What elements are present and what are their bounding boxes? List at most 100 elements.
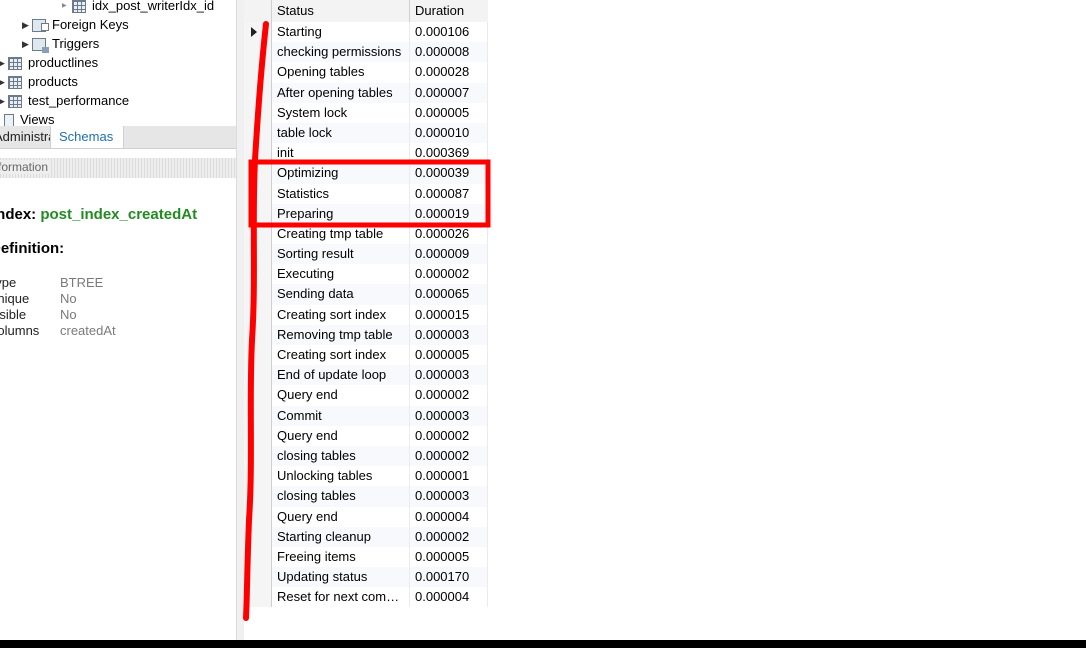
cell-status[interactable]: Sending data [272,284,410,305]
table-row[interactable]: init 0.000369 [244,143,488,164]
cell-duration[interactable]: 0.000003 [410,486,488,507]
cell-duration[interactable]: 0.000005 [410,546,488,568]
cell-status[interactable]: table lock [272,122,410,144]
cell-duration[interactable]: 0.000004 [410,587,488,608]
table-row[interactable]: Sending data 0.000065 [244,284,488,305]
cell-status[interactable]: Reset for next command [272,587,410,608]
cell-status[interactable]: Opening tables [272,62,410,83]
row-selector[interactable] [244,223,272,245]
row-selector[interactable] [244,526,272,547]
table-row[interactable]: Query end 0.000002 [244,385,488,406]
row-selector[interactable] [244,365,272,386]
cell-status[interactable]: Creating tmp table [272,223,410,245]
expand-arrow-icon[interactable]: ▶ [0,73,8,92]
table-row[interactable]: checking permissions 0.000008 [244,42,488,63]
cell-status[interactable]: Starting cleanup [272,526,410,547]
cell-duration[interactable]: 0.000005 [410,102,488,123]
tree-item[interactable]: ▶ idx_post_writerIdx_id [62,0,214,15]
cell-duration[interactable]: 0.000008 [410,42,488,63]
cell-status[interactable]: Creating sort index [272,304,410,325]
table-row[interactable]: Opening tables 0.000028 [244,62,488,83]
table-row[interactable]: Statistics 0.000087 [244,183,488,204]
row-selector[interactable] [244,445,272,467]
row-selector[interactable] [244,102,272,123]
row-selector[interactable] [244,244,272,265]
cell-status[interactable]: Preparing [272,203,410,224]
row-selector[interactable] [244,506,272,527]
cell-duration[interactable]: 0.000019 [410,203,488,224]
table-row[interactable]: End of update loop 0.000003 [244,365,488,386]
table-row[interactable]: After opening tables 0.000007 [244,82,488,103]
cell-duration[interactable]: 0.000369 [410,143,488,164]
table-row[interactable]: Reset for next command 0.000004 [244,587,488,608]
tree-item[interactable]: ▶ test_performance [0,91,129,110]
cell-status[interactable]: Statistics [272,183,410,204]
cell-status[interactable]: Query end [272,425,410,446]
cell-duration[interactable]: 0.000009 [410,244,488,265]
table-row[interactable]: Updating status 0.000170 [244,567,488,588]
cell-duration[interactable]: 0.000007 [410,82,488,103]
cell-status[interactable]: Freeing items [272,546,410,568]
column-header-duration[interactable]: Duration [410,0,488,22]
cell-status[interactable]: After opening tables [272,82,410,103]
cell-status[interactable]: Starting [272,22,410,43]
cell-status[interactable]: checking permissions [272,42,410,63]
cell-duration[interactable]: 0.000039 [410,163,488,184]
table-row[interactable]: Sorting result 0.000009 [244,244,488,265]
table-row[interactable]: closing tables 0.000003 [244,486,488,507]
cell-duration[interactable]: 0.000002 [410,385,488,406]
expand-arrow-icon[interactable]: ▶ [0,92,8,111]
cell-status[interactable]: Creating sort index [272,345,410,366]
cell-duration[interactable]: 0.000004 [410,506,488,527]
cell-duration[interactable]: 0.000087 [410,183,488,204]
row-selector[interactable] [244,42,272,63]
row-selector[interactable] [244,567,272,588]
table-row[interactable]: Executing 0.000002 [244,264,488,285]
cell-status[interactable]: Executing [272,264,410,285]
table-row[interactable]: Starting 0.000106 [244,22,488,43]
table-row[interactable]: Removing tmp table 0.000003 [244,324,488,345]
cell-duration[interactable]: 0.000001 [410,466,488,487]
cell-duration[interactable]: 0.000002 [410,526,488,547]
cell-status[interactable]: Optimizing [272,163,410,184]
table-row[interactable]: Creating sort index 0.000005 [244,345,488,366]
tree-item[interactable]: ▶ Triggers [22,34,99,54]
row-selector[interactable] [244,425,272,446]
cell-status[interactable]: Sorting result [272,244,410,265]
cell-duration[interactable]: 0.000065 [410,284,488,305]
expand-arrow-icon[interactable]: ▶ [62,0,72,16]
row-selector[interactable] [244,183,272,204]
cell-duration[interactable]: 0.000002 [410,445,488,467]
cell-status[interactable]: Unlocking tables [272,466,410,487]
cell-status[interactable]: Removing tmp table [272,324,410,345]
expand-arrow-icon[interactable]: ▶ [22,35,32,54]
cell-status[interactable]: Updating status [272,567,410,588]
cell-duration[interactable]: 0.000002 [410,264,488,285]
row-selector[interactable] [244,324,272,345]
cell-status[interactable]: End of update loop [272,365,410,386]
table-row[interactable]: Query end 0.000002 [244,425,488,446]
row-selector[interactable] [244,264,272,285]
tree-item[interactable]: ▶ Foreign Keys [22,15,129,34]
cell-status[interactable]: Query end [272,385,410,406]
table-row[interactable]: Commit 0.000003 [244,405,488,426]
panel-splitter[interactable] [236,0,244,640]
cell-duration[interactable]: 0.000003 [410,405,488,426]
cell-status[interactable]: closing tables [272,445,410,467]
cell-status[interactable]: Query end [272,506,410,527]
table-row[interactable]: Optimizing 0.000039 [244,163,488,184]
row-selector[interactable] [244,385,272,406]
cell-duration[interactable]: 0.000015 [410,304,488,325]
cell-status[interactable]: System lock [272,102,410,123]
cell-duration[interactable]: 0.000170 [410,567,488,588]
cell-duration[interactable]: 0.000010 [410,122,488,144]
row-selector[interactable] [244,304,272,325]
row-selector[interactable] [244,203,272,224]
table-row[interactable]: Freeing items 0.000005 [244,546,488,568]
row-selector[interactable] [244,82,272,103]
row-selector[interactable] [244,587,272,608]
table-row[interactable]: table lock 0.000010 [244,122,488,144]
row-selector[interactable] [244,546,272,568]
cell-duration[interactable]: 0.000002 [410,425,488,446]
column-header-status[interactable]: Status [272,0,410,22]
